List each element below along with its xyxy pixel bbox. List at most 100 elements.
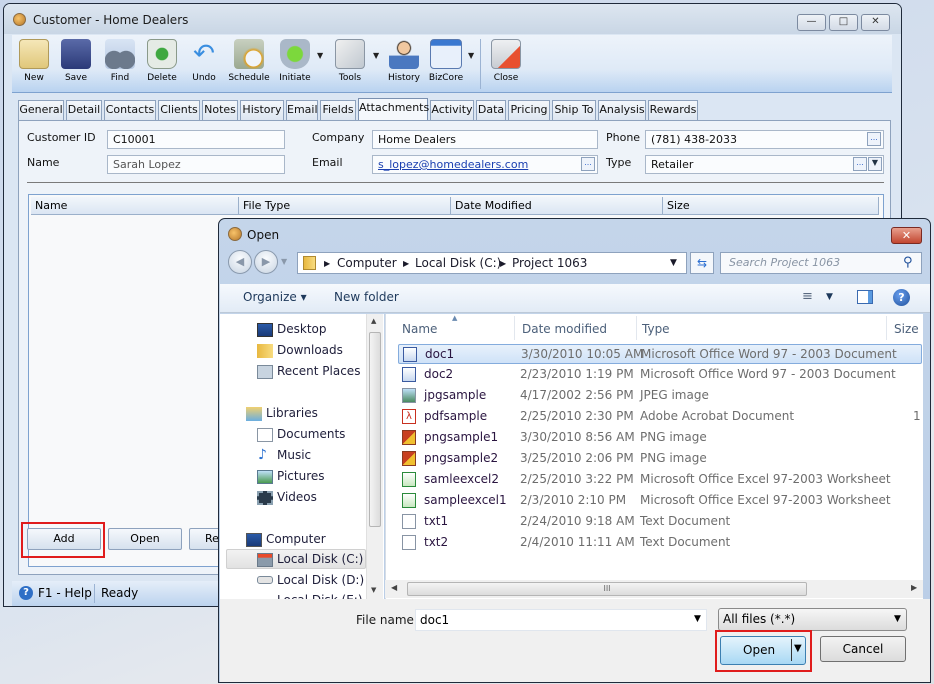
tab-detail[interactable]: Detail xyxy=(66,100,102,120)
help-text[interactable]: F1 - Help xyxy=(38,586,92,600)
tools-button[interactable]: Tools xyxy=(328,37,372,91)
search-input[interactable]: Search Project 1063 xyxy=(720,252,922,274)
filter-dropdown-icon[interactable]: ▼ xyxy=(894,614,901,624)
column-date-modified[interactable]: Date modified xyxy=(522,322,607,336)
horizontal-scroll-thumb[interactable]: III xyxy=(407,582,807,596)
close-toolbar-button[interactable]: Close xyxy=(486,37,526,91)
nav-videos[interactable]: Videos xyxy=(277,490,317,504)
nav-local-disk-c[interactable]: Local Disk (C:) xyxy=(277,552,363,566)
scroll-left-icon[interactable]: ◀ xyxy=(391,583,397,592)
tab-fields[interactable]: Fields xyxy=(320,100,356,120)
tab-pricing[interactable]: Pricing xyxy=(508,100,550,120)
tab-history[interactable]: History xyxy=(240,100,284,120)
phone-field[interactable]: (781) 438-2033 xyxy=(645,130,884,149)
close-button[interactable]: ✕ xyxy=(861,14,890,31)
dialog-close-button[interactable]: ✕ xyxy=(891,227,922,244)
customer-id-field[interactable]: C10001 xyxy=(107,130,285,149)
maximize-button[interactable]: □ xyxy=(829,14,858,31)
nav-local-disk-d[interactable]: Local Disk (D:) xyxy=(277,573,364,587)
column-header-date-modified[interactable]: Date Modified xyxy=(451,197,663,215)
bizcore-dropdown-icon[interactable]: ▼ xyxy=(468,51,474,60)
column-type[interactable]: Type xyxy=(642,322,670,336)
view-dropdown-icon[interactable]: ▼ xyxy=(826,292,833,302)
breadcrumb-computer[interactable]: Computer xyxy=(337,256,397,270)
forward-button[interactable]: ▶ xyxy=(254,250,278,274)
open-button[interactable]: Open xyxy=(108,528,182,550)
column-header-name[interactable]: Name xyxy=(31,197,239,215)
horizontal-scrollbar[interactable]: ◀ III ▶ xyxy=(385,580,923,598)
initiate-button[interactable]: Initiate xyxy=(274,37,316,91)
nav-scrollbar[interactable]: ▲ ▼ xyxy=(366,314,383,599)
tools-dropdown-icon[interactable]: ▼ xyxy=(373,51,379,60)
tab-activity[interactable]: Activity xyxy=(430,100,474,120)
company-field[interactable]: Home Dealers xyxy=(372,130,598,149)
file-row-pngsample2[interactable]: pngsample2 3/25/2010 2:06 PM PNG image xyxy=(398,449,922,469)
tab-contacts[interactable]: Contacts xyxy=(104,100,156,120)
file-row-txt2[interactable]: txt2 2/4/2010 11:11 AM Text Document xyxy=(398,533,922,553)
nav-libraries[interactable]: Libraries xyxy=(266,406,318,420)
schedule-button[interactable]: Schedule xyxy=(224,37,274,91)
find-button[interactable]: Find xyxy=(100,37,140,91)
column-size[interactable]: Size xyxy=(894,322,919,336)
recent-pages-dropdown-icon[interactable]: ▼ xyxy=(281,257,287,266)
email-ellipsis-button[interactable]: ... xyxy=(581,157,595,171)
name-field[interactable]: Sarah Lopez xyxy=(107,155,285,174)
undo-button[interactable]: ↶ Undo xyxy=(184,37,224,91)
bizcore-button[interactable]: BizCore xyxy=(426,37,466,91)
type-select[interactable]: Retailer xyxy=(645,155,884,174)
scroll-right-icon[interactable]: ▶ xyxy=(911,583,917,592)
type-ellipsis-button[interactable]: ... xyxy=(853,157,867,171)
column-name[interactable]: Name xyxy=(402,322,437,336)
scroll-up-icon[interactable]: ▲ xyxy=(371,317,376,325)
file-row-jpgsample[interactable]: jpgsample 4/17/2002 2:56 PM JPEG image xyxy=(398,386,922,406)
file-row-sampleexcel1[interactable]: sampleexcel1 2/3/2010 2:10 PM Microsoft Of… xyxy=(398,491,922,511)
tab-notes[interactable]: Notes xyxy=(202,100,238,120)
file-name-dropdown-icon[interactable]: ▼ xyxy=(694,614,701,624)
new-button[interactable]: New xyxy=(14,37,54,91)
file-row-txt1[interactable]: txt1 2/24/2010 9:18 AM Text Document xyxy=(398,512,922,532)
breadcrumb-project-1063[interactable]: Project 1063 xyxy=(512,256,587,270)
email-field[interactable]: s_lopez@homedealers.com xyxy=(372,155,598,174)
file-type-filter[interactable]: All files (*.*) xyxy=(718,608,907,631)
refresh-icon[interactable]: ⇆ xyxy=(690,252,714,274)
nav-documents[interactable]: Documents xyxy=(277,427,345,441)
new-folder-button[interactable]: New folder xyxy=(334,290,399,304)
address-bar[interactable]: ▶ Computer ▶ Local Disk (C:) ▶ Project 1… xyxy=(297,252,687,274)
tab-general[interactable]: General xyxy=(18,100,64,120)
tab-ship-to[interactable]: Ship To xyxy=(552,100,596,120)
file-name-input[interactable]: doc1 xyxy=(415,609,707,631)
help-icon[interactable]: ? xyxy=(893,289,910,306)
search-icon[interactable]: ⚲ xyxy=(903,255,913,270)
add-button[interactable]: Add xyxy=(27,528,101,550)
address-dropdown-icon[interactable]: ▼ xyxy=(670,258,677,268)
tab-data[interactable]: Data xyxy=(476,100,506,120)
tab-clients[interactable]: Clients xyxy=(158,100,200,120)
history-button[interactable]: History xyxy=(384,37,424,91)
nav-computer[interactable]: Computer xyxy=(266,532,326,546)
file-row-doc2[interactable]: doc2 2/23/2010 1:19 PM Microsoft Office Wo… xyxy=(398,365,922,385)
initiate-dropdown-icon[interactable]: ▼ xyxy=(317,51,323,60)
tab-attachments[interactable]: Attachments xyxy=(358,98,429,120)
tab-email[interactable]: Email xyxy=(286,100,318,120)
nav-recent-places[interactable]: Recent Places xyxy=(277,364,360,378)
scroll-down-icon[interactable]: ▼ xyxy=(371,586,376,594)
file-row-samleexcel2[interactable]: samleexcel2 2/25/2010 3:22 PM Microsoft Of… xyxy=(398,470,922,490)
cancel-button[interactable]: Cancel xyxy=(820,636,906,662)
nav-scroll-thumb[interactable] xyxy=(369,332,381,527)
file-row-doc1[interactable]: doc1 3/30/2010 10:05 AM Microsoft Office W… xyxy=(398,344,922,364)
tab-rewards[interactable]: Rewards xyxy=(648,100,698,120)
nav-downloads[interactable]: Downloads xyxy=(277,343,343,357)
column-header-file-type[interactable]: File Type xyxy=(239,197,451,215)
save-button[interactable]: Save xyxy=(56,37,96,91)
tab-analysis[interactable]: Analysis xyxy=(598,100,646,120)
nav-music[interactable]: Music xyxy=(277,448,311,462)
back-button[interactable]: ◀ xyxy=(228,250,252,274)
delete-button[interactable]: Delete xyxy=(142,37,182,91)
organize-button[interactable]: Organize ▾ xyxy=(243,290,307,304)
file-row-pngsample1[interactable]: pngsample1 3/30/2010 8:56 AM PNG image xyxy=(398,428,922,448)
nav-desktop[interactable]: Desktop xyxy=(277,322,327,336)
breadcrumb-local-disk-c[interactable]: Local Disk (C:) xyxy=(415,256,501,270)
view-options-icon[interactable]: ≡ xyxy=(802,289,813,304)
file-row-pdfsample[interactable]: λ pdfsample 2/25/2010 2:30 PM Adobe Acrobat… xyxy=(398,407,922,427)
preview-pane-icon[interactable] xyxy=(857,290,873,304)
